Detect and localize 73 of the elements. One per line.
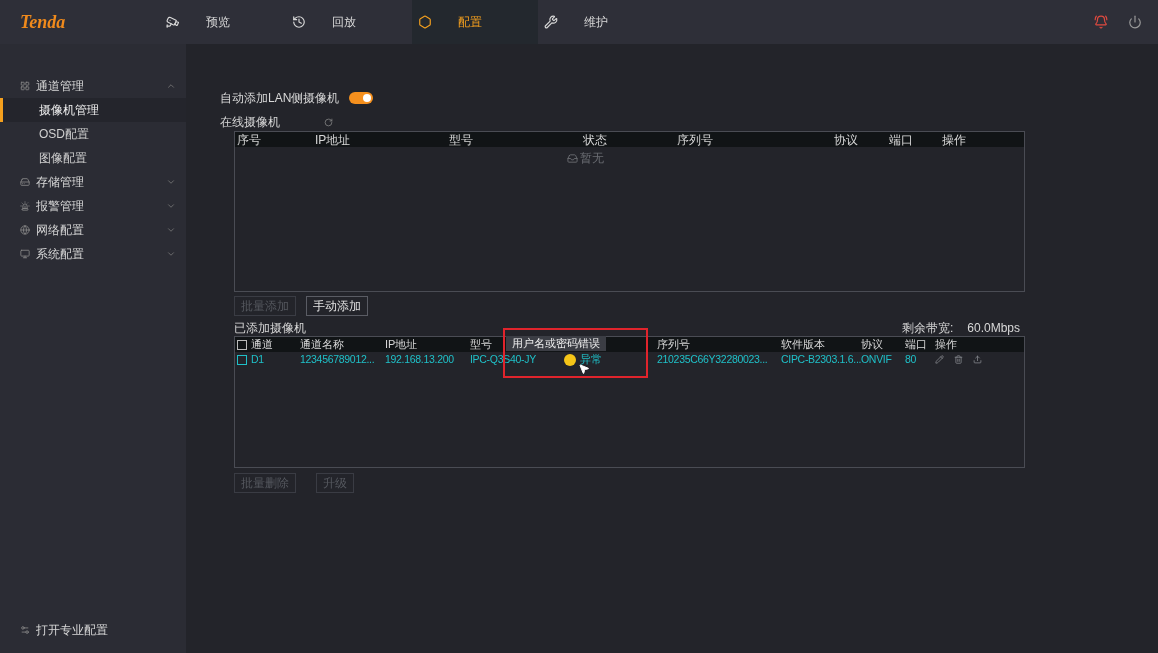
column-header: 协议 <box>834 132 858 147</box>
sidebar-item[interactable]: 图像配置 <box>0 146 186 170</box>
nav-tab[interactable]: 维护 <box>538 0 664 44</box>
table-cell: 210235C66Y32280023... <box>657 352 768 365</box>
refresh-icon[interactable] <box>324 117 333 127</box>
chevron-icon <box>166 249 176 259</box>
chevron-icon <box>166 201 176 211</box>
column-header: IP地址 <box>385 337 418 353</box>
table-cell: ONVIF <box>861 352 892 365</box>
logo: Tenda <box>20 10 67 34</box>
bandwidth-value: 60.0Mbps <box>967 320 1020 337</box>
column-header: 软件版本 <box>781 337 825 353</box>
pro-config-link[interactable]: 打开专业配置 <box>0 621 186 639</box>
sidebar-group[interactable]: 通道管理 <box>0 74 186 98</box>
nav-icon <box>418 15 432 29</box>
table-cell: 192.168.13.200 <box>385 352 454 365</box>
menu-icon <box>20 81 30 91</box>
column-header: 操作 <box>935 337 957 353</box>
cursor-icon <box>578 363 590 375</box>
table-cell: CIPC-B2303.1.6... <box>781 352 862 365</box>
nav-icon <box>544 15 558 29</box>
chevron-icon <box>166 225 176 235</box>
table-cell: 80 <box>905 352 917 365</box>
notification-icon[interactable] <box>1094 15 1108 29</box>
column-header: 操作 <box>942 132 966 147</box>
column-header: 序列号 <box>677 132 713 147</box>
menu-icon <box>20 249 30 259</box>
table-cell: 123456789012... <box>300 352 375 365</box>
settings-icon <box>20 625 30 635</box>
column-header: IP地址 <box>315 132 351 147</box>
column-header: 端口 <box>905 337 927 353</box>
menu-icon <box>20 201 30 211</box>
delete-icon[interactable] <box>954 355 963 364</box>
nav-icon <box>292 15 306 29</box>
sidebar-group[interactable]: 报警管理 <box>0 194 186 218</box>
sidebar-group[interactable]: 网络配置 <box>0 218 186 242</box>
sidebar-item[interactable]: OSD配置 <box>0 122 186 146</box>
nav-tab[interactable]: 回放 <box>286 0 412 44</box>
edit-icon[interactable] <box>935 355 944 364</box>
chevron-icon <box>166 81 176 91</box>
toggle-switch[interactable] <box>349 92 374 104</box>
bandwidth-label: 剩余带宽: <box>901 320 954 337</box>
column-header: 通道 <box>251 337 273 353</box>
nav-tab[interactable]: 配置 <box>412 0 538 44</box>
tooltip: 用户名或密码错误 <box>506 336 606 351</box>
column-header: 状态 <box>583 132 607 147</box>
column-header: 通道名称 <box>300 337 344 353</box>
empty-state: 暂无 <box>567 149 604 167</box>
section-title: 已添加摄像机 <box>234 320 306 337</box>
sidebar-item[interactable]: 摄像机管理 <box>0 98 186 122</box>
section-title: 在线摄像机 <box>220 114 281 131</box>
column-header: 序号 <box>237 132 261 147</box>
chevron-icon <box>166 177 176 187</box>
checkbox[interactable] <box>237 339 247 350</box>
menu-icon <box>20 225 30 235</box>
power-icon[interactable] <box>1128 15 1142 29</box>
column-header: 型号 <box>470 337 492 353</box>
sidebar-group[interactable]: 存储管理 <box>0 170 186 194</box>
nav-icon <box>166 15 180 29</box>
column-header: 端口 <box>889 132 913 147</box>
column-header: 型号 <box>449 132 473 147</box>
toggle-label: 自动添加LAN侧摄像机 <box>220 90 340 107</box>
empty-icon <box>567 152 578 164</box>
nav-tab[interactable]: 预览 <box>160 0 286 44</box>
column-header: 序列号 <box>657 337 690 353</box>
menu-icon <box>20 177 30 187</box>
upload-icon[interactable] <box>973 355 982 364</box>
action-button[interactable]: 手动添加 <box>306 296 368 316</box>
column-header: 协议 <box>861 337 883 353</box>
sidebar-group[interactable]: 系统配置 <box>0 242 186 266</box>
table-cell-text: 异常 <box>580 351 602 367</box>
table-cell-text: D1 <box>251 351 264 367</box>
checkbox[interactable] <box>237 354 247 365</box>
